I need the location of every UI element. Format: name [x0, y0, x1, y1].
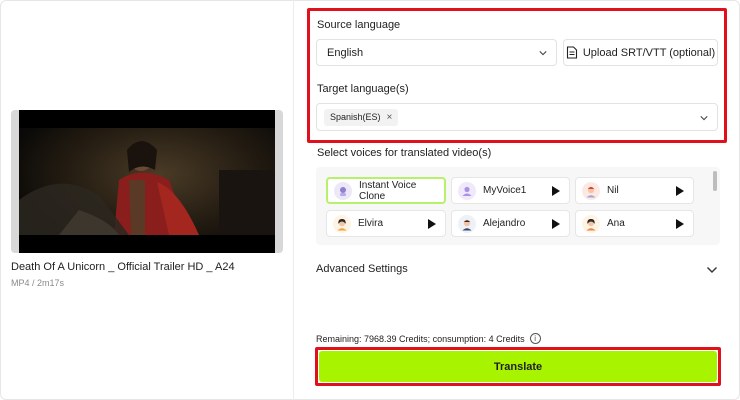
voices-list: Instant Voice Clone MyVoice1 Nil Elvira … — [316, 167, 720, 245]
voice-name: MyVoice1 — [483, 185, 527, 196]
credits-text: Remaining: 7968.39 Credits; consumption:… — [316, 333, 525, 344]
voice-chip-elvira[interactable]: Elvira — [326, 210, 446, 237]
source-language-value: English — [327, 46, 364, 59]
remove-tag-icon[interactable]: × — [387, 112, 393, 123]
video-meta: MP4 / 2m17s — [11, 278, 65, 288]
upload-subtitle-label: Upload SRT/VTT (optional) — [582, 46, 716, 59]
translate-button[interactable]: Translate — [319, 351, 717, 382]
voice-avatar-icon — [333, 214, 351, 233]
voice-chip-alejandro[interactable]: Alejandro — [451, 210, 570, 237]
voice-chip-myvoice1[interactable]: MyVoice1 — [451, 177, 570, 204]
chevron-down-icon — [700, 116, 708, 121]
video-still-image — [19, 110, 275, 253]
source-language-label: Source language — [317, 19, 401, 31]
voice-chip-nil[interactable]: Nil — [575, 177, 694, 204]
video-frame — [19, 110, 275, 253]
chevron-down-icon — [539, 51, 547, 56]
source-language-select[interactable]: English — [316, 39, 557, 66]
document-upload-icon — [566, 46, 577, 59]
target-language-label: Target language(s) — [317, 83, 409, 95]
play-icon[interactable] — [552, 219, 560, 229]
voice-avatar-icon — [582, 214, 600, 233]
video-panel: Death Of A Unicorn _ Official Trailer HD… — [0, 0, 294, 400]
upload-subtitle-button[interactable]: Upload SRT/VTT (optional) — [563, 39, 718, 66]
voice-avatar-icon — [582, 181, 600, 200]
voice-clone-avatar-icon — [334, 181, 352, 200]
advanced-settings-toggle[interactable]: Advanced Settings — [316, 263, 408, 275]
voice-name: Instant Voice Clone — [359, 179, 417, 202]
video-thumbnail[interactable] — [11, 110, 283, 253]
advanced-settings-label: Advanced Settings — [316, 263, 408, 275]
voice-chip-ana[interactable]: Ana — [575, 210, 694, 237]
voice-name: Nil — [607, 185, 619, 196]
play-icon[interactable] — [552, 186, 560, 196]
translate-button-label: Translate — [493, 360, 543, 373]
target-language-tag-label: Spanish(ES) — [330, 112, 381, 122]
voices-label: Select voices for translated video(s) — [317, 147, 492, 159]
chevron-down-icon[interactable] — [706, 265, 718, 275]
voice-name: Elvira — [358, 218, 384, 229]
play-icon[interactable] — [428, 219, 436, 229]
target-language-select[interactable]: Spanish(ES) × — [316, 103, 718, 131]
target-language-tag: Spanish(ES) × — [324, 108, 399, 126]
info-icon[interactable]: i — [529, 333, 541, 344]
voice-name: Alejandro — [483, 218, 526, 229]
play-icon[interactable] — [676, 186, 684, 196]
credits-info: Remaining: 7968.39 Credits; consumption:… — [316, 333, 541, 344]
play-icon[interactable] — [676, 219, 684, 229]
voices-scrollbar[interactable] — [713, 171, 717, 191]
voice-avatar-icon — [458, 181, 476, 200]
voice-name: Ana — [607, 218, 625, 229]
video-title: Death Of A Unicorn _ Official Trailer HD… — [11, 261, 235, 273]
voice-avatar-icon — [458, 214, 476, 233]
voice-chip-instant-voice-clone[interactable]: Instant Voice Clone — [326, 177, 446, 204]
